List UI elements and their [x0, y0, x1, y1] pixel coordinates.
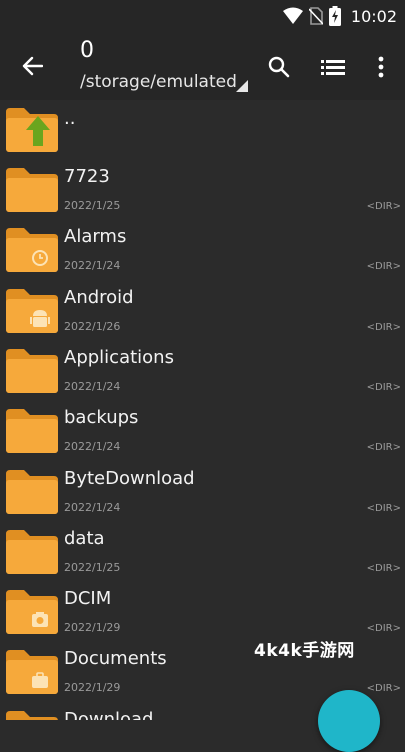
- folder-date: 2022/1/24: [64, 259, 121, 273]
- folder-date: 2022/1/24: [64, 440, 121, 454]
- folder-icon: [6, 650, 58, 695]
- folder-date: 2022/1/29: [64, 681, 121, 695]
- folder-name: Android: [64, 286, 134, 308]
- folder-date: 2022/1/24: [64, 500, 121, 514]
- path-selector[interactable]: /storage/emulated: [80, 72, 237, 92]
- folder-date: 2022/1/25: [64, 560, 121, 574]
- parent-directory-row[interactable]: ..: [0, 100, 405, 160]
- folder-name: data: [64, 527, 105, 549]
- folder-type: <DIR>: [366, 562, 401, 574]
- folder-row[interactable]: Alarms 2022/1/24 <DIR>: [0, 220, 405, 280]
- folder-date: 2022/1/24: [64, 379, 121, 393]
- search-icon: [268, 56, 290, 78]
- folder-date: 2022/1/25: [64, 199, 121, 212]
- folder-name: Download: [64, 708, 154, 720]
- status-time: 10:02: [350, 6, 397, 26]
- folder-row[interactable]: Applications 2022/1/24 <DIR>: [0, 341, 405, 401]
- folder-icon: [6, 710, 58, 720]
- folder-name: Documents: [64, 648, 167, 670]
- folder-row[interactable]: DCIM 2022/1/29 <DIR>: [0, 582, 405, 642]
- folder-date: 2022/1/26: [64, 319, 121, 333]
- no-sim-icon: [308, 7, 323, 25]
- folder-type: <DIR>: [366, 261, 401, 273]
- folder-name: backups: [64, 407, 139, 429]
- folder-type: <DIR>: [366, 442, 401, 454]
- folder-type: <DIR>: [366, 201, 401, 212]
- folder-type: <DIR>: [366, 683, 401, 695]
- folder-type: <DIR>: [366, 623, 401, 635]
- app-toolbar: 0 /storage/emulated: [0, 32, 405, 100]
- folder-row[interactable]: data 2022/1/25 <DIR>: [0, 522, 405, 582]
- folder-name: ByteDownload: [64, 467, 195, 489]
- folder-name: Alarms: [64, 226, 127, 248]
- folder-title: 0: [80, 38, 94, 63]
- folder-name: Applications: [64, 346, 174, 368]
- folder-type: <DIR>: [366, 502, 401, 514]
- folder-icon: [6, 590, 58, 635]
- watermark-text: 4k4k手游网: [254, 641, 355, 661]
- wifi-icon: [282, 7, 303, 24]
- folder-date: 2022/1/29: [64, 621, 121, 635]
- back-button[interactable]: [14, 50, 50, 82]
- folder-type: <DIR>: [366, 321, 401, 333]
- file-list[interactable]: .. 7723 2022/1/25 <DIR> Alarms 2022/1/24 <DIR…: [0, 100, 405, 720]
- status-bar: 10:02: [0, 0, 405, 32]
- view-list-button[interactable]: [318, 52, 348, 82]
- folder-icon: [6, 228, 58, 273]
- folder-up-icon: [6, 108, 58, 152]
- battery-charging-icon: [328, 6, 341, 26]
- folder-row[interactable]: Android 2022/1/26 <DIR>: [0, 281, 405, 341]
- search-button[interactable]: [264, 52, 294, 82]
- parent-directory-label: ..: [64, 108, 76, 129]
- folder-row[interactable]: 7723 2022/1/25 <DIR>: [0, 160, 405, 220]
- folder-icon: [6, 409, 58, 454]
- folder-icon: [6, 348, 58, 393]
- folder-type: <DIR>: [366, 381, 401, 393]
- arrow-left-icon: [22, 56, 43, 76]
- folder-row[interactable]: ByteDownload 2022/1/24 <DIR>: [0, 462, 405, 522]
- folder-icon: [6, 168, 58, 212]
- more-vert-icon: [378, 56, 384, 78]
- folder-icon: [6, 288, 58, 333]
- add-fab-button[interactable]: [318, 690, 380, 752]
- folder-icon: [6, 529, 58, 574]
- folder-icon: [6, 469, 58, 514]
- more-options-button[interactable]: [366, 52, 396, 82]
- folder-name: 7723: [64, 166, 110, 187]
- folder-name: DCIM: [64, 588, 112, 610]
- folder-row[interactable]: backups 2022/1/24 <DIR>: [0, 401, 405, 461]
- status-icons: 10:02: [282, 4, 397, 28]
- list-view-icon: [321, 60, 345, 75]
- path-dropdown-icon[interactable]: [236, 80, 248, 92]
